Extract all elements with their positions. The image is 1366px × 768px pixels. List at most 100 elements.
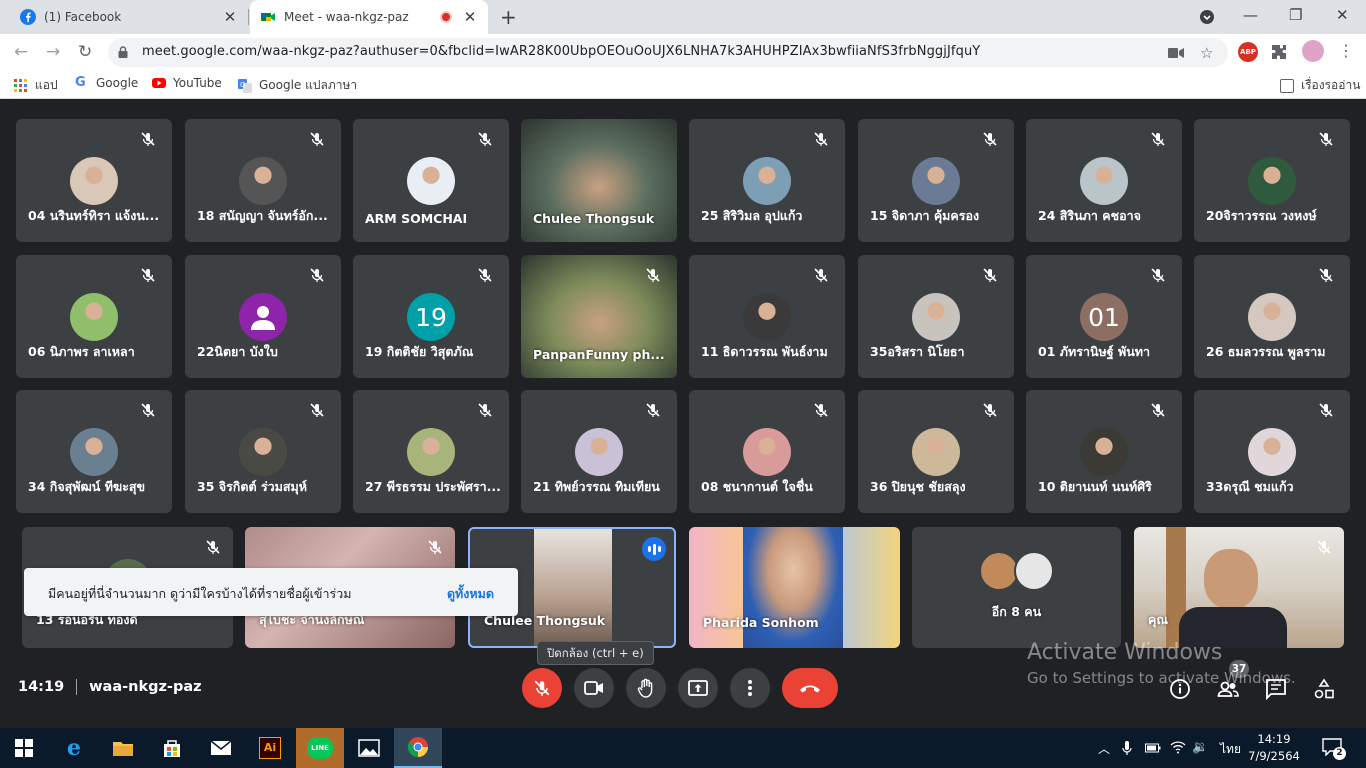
participant-tile[interactable]: 21 ทิพย์วรรณ ทิมเทียน xyxy=(521,390,677,513)
mic-off-icon xyxy=(141,268,155,282)
tab-title: Meet - waa-nkgz-paz xyxy=(284,10,409,24)
participant-tile[interactable]: 10 ติยานนท์ นนท์ศิริ xyxy=(1026,390,1182,513)
camera-toggle-button[interactable] xyxy=(574,668,614,708)
more-options-button[interactable] xyxy=(730,668,770,708)
input-language[interactable]: ไทย xyxy=(1220,740,1241,759)
mic-off-icon xyxy=(983,403,997,417)
participant-tile[interactable]: 26 ธมลวรรณ พูลราม xyxy=(1194,255,1350,378)
participant-tile[interactable]: 20จิราวรรณ วงหงษ์ xyxy=(1194,119,1350,242)
action-center-button[interactable]: 2 xyxy=(1322,738,1346,760)
participant-avatar xyxy=(1080,157,1128,205)
participant-tile[interactable]: 06 นิภาพร ลาเหลา xyxy=(16,255,172,378)
volume-icon[interactable]: 🔉 xyxy=(1192,740,1208,755)
adobe-illustrator-icon: Ai xyxy=(259,737,281,759)
participant-tile[interactable]: 36 ปิยนุช ชัยสลุง xyxy=(858,390,1014,513)
participant-avatar xyxy=(239,157,287,205)
minimize-icon[interactable]: — xyxy=(1243,6,1258,24)
chrome-menu-icon[interactable]: ⋮ xyxy=(1338,41,1354,60)
participant-avatar xyxy=(1248,293,1296,341)
reload-icon[interactable]: ↻ xyxy=(78,42,92,62)
participant-avatar xyxy=(912,293,960,341)
mic-off-icon xyxy=(1151,403,1165,417)
participant-tile[interactable]: 19 19 กิตติชัย วิสุตภัณ xyxy=(353,255,509,378)
windows-taskbar: e Ai LINE ︿ 🔉 ไทย 14:19 7/9/2564 2 xyxy=(0,728,1366,768)
participant-video-tile[interactable]: Pharida Sonhom xyxy=(689,527,900,648)
participant-tile[interactable]: 22นิตยา บังใบ xyxy=(185,255,341,378)
microphone-tray-icon[interactable] xyxy=(1122,740,1132,756)
taskbar-line[interactable]: LINE xyxy=(296,728,344,768)
mic-off-icon xyxy=(1319,132,1333,146)
forward-icon[interactable]: → xyxy=(46,42,60,62)
participant-tile[interactable]: 25 สิริวิมล อุปแก้ว xyxy=(689,119,845,242)
meeting-code[interactable]: waa-nkgz-paz xyxy=(89,679,201,695)
taskbar-illustrator[interactable]: Ai xyxy=(246,728,294,768)
activities-icon[interactable] xyxy=(1313,678,1335,700)
watermark-subtitle: Go to Settings to activate Windows. xyxy=(1027,669,1296,687)
system-clock[interactable]: 14:19 7/9/2564 xyxy=(1244,731,1304,765)
leave-call-button[interactable] xyxy=(782,668,838,708)
participant-tile[interactable]: 08 ชนากานต์ ใจชื่น xyxy=(689,390,845,513)
extensions-puzzle-icon[interactable] xyxy=(1271,44,1287,60)
close-tab-icon[interactable]: ✕ xyxy=(462,8,478,26)
back-icon[interactable]: ← xyxy=(14,42,28,62)
self-view-tile[interactable]: คุณ xyxy=(1134,527,1344,648)
participant-tile[interactable]: 35 จิรกิตต์ ร่วมสมุห์ xyxy=(185,390,341,513)
new-tab-icon[interactable]: + xyxy=(500,5,517,29)
participant-avatar xyxy=(70,293,118,341)
participants-toast: มีคนอยู่ที่นี่จำนวนมาก ดูว่ามีใครบ้างได้… xyxy=(24,568,518,616)
taskbar-edge[interactable]: e xyxy=(50,728,98,768)
tab-meet[interactable]: Meet - waa-nkgz-paz ✕ xyxy=(250,0,488,34)
mic-off-icon xyxy=(141,403,155,417)
participant-tile[interactable]: 27 พีรธรรม ประพัศรา... xyxy=(353,390,509,513)
participant-video-tile[interactable]: PanpanFunny ph... xyxy=(521,255,677,378)
mic-off-icon xyxy=(646,268,660,282)
bookmark-star-icon[interactable]: ☆ xyxy=(1200,44,1213,62)
taskbar-mail[interactable] xyxy=(197,728,245,768)
participant-tile[interactable]: ARM SOMCHAI xyxy=(353,119,509,242)
taskbar-file-explorer[interactable] xyxy=(99,728,147,768)
windows-logo-icon xyxy=(15,739,33,757)
tab-search-icon[interactable] xyxy=(1199,9,1215,25)
microphone-toggle-button[interactable] xyxy=(522,668,562,708)
restore-icon[interactable]: ❐ xyxy=(1289,6,1302,24)
window-close-icon[interactable]: ✕ xyxy=(1336,6,1349,24)
participant-name: 21 ทิพย์วรรณ ทิมเทียน xyxy=(533,479,660,494)
profile-avatar[interactable] xyxy=(1302,40,1324,62)
participant-tile[interactable]: 33ดรุณี ชมแก้ว xyxy=(1194,390,1350,513)
participant-tile[interactable]: 04 นรินทร์ทิรา แจ้งน... xyxy=(16,119,172,242)
participant-tile[interactable]: 15 จิดาภา คุ้มครอง xyxy=(858,119,1014,242)
participant-name: 06 นิภาพร ลาเหลา xyxy=(28,344,135,359)
more-participants-tile[interactable]: อีก 8 คน xyxy=(912,527,1121,648)
participant-tile[interactable]: 35อริสรา นิโยธา xyxy=(858,255,1014,378)
participant-avatar xyxy=(239,428,287,476)
camera-in-use-icon[interactable] xyxy=(1168,47,1184,59)
taskbar-photos[interactable] xyxy=(345,728,393,768)
adblock-extension-icon[interactable]: ABP xyxy=(1238,42,1258,62)
wifi-icon[interactable] xyxy=(1170,740,1186,754)
bookmark-google[interactable]: G Google xyxy=(75,76,138,91)
participant-tile[interactable]: 34 กิจสุพัฒน์ ทีฆะสุข xyxy=(16,390,172,513)
battery-icon[interactable] xyxy=(1145,742,1161,754)
taskbar-store[interactable] xyxy=(148,728,196,768)
close-tab-icon[interactable]: ✕ xyxy=(222,8,238,26)
mic-off-icon xyxy=(428,540,442,554)
participant-name: Chulee Thongsuk xyxy=(533,211,655,226)
taskbar-chrome[interactable] xyxy=(394,728,442,768)
raise-hand-button[interactable] xyxy=(626,668,666,708)
tab-facebook[interactable]: (1) Facebook ✕ xyxy=(0,0,248,34)
participant-tile[interactable]: 18 สนัญญา จันทร์อัก... xyxy=(185,119,341,242)
url-field[interactable]: meet.google.com/waa-nkgz-paz?authuser=0&… xyxy=(108,38,1228,67)
bookmark-apps[interactable]: แอป xyxy=(14,76,58,95)
view-all-button[interactable]: ดูทั้งหมด xyxy=(447,584,494,604)
reading-list-button[interactable]: เรื่องรออ่าน xyxy=(1280,76,1360,95)
present-screen-button[interactable] xyxy=(678,668,718,708)
bookmark-google-translate[interactable]: G Google แปลภาษา xyxy=(238,76,357,95)
start-button[interactable] xyxy=(0,728,48,768)
divider xyxy=(76,679,78,695)
tray-overflow-icon[interactable]: ︿ xyxy=(1098,740,1110,757)
participant-tile[interactable]: 24 สิรินภา คชอาจ xyxy=(1026,119,1182,242)
bookmark-youtube[interactable]: YouTube xyxy=(152,76,222,90)
participant-video-tile[interactable]: Chulee Thongsuk xyxy=(521,119,677,242)
participant-tile[interactable]: 01 01 ภัทรานิษฐ์ พันทา xyxy=(1026,255,1182,378)
participant-tile[interactable]: 11 ธิดาวรรณ พันธ์งาม xyxy=(689,255,845,378)
